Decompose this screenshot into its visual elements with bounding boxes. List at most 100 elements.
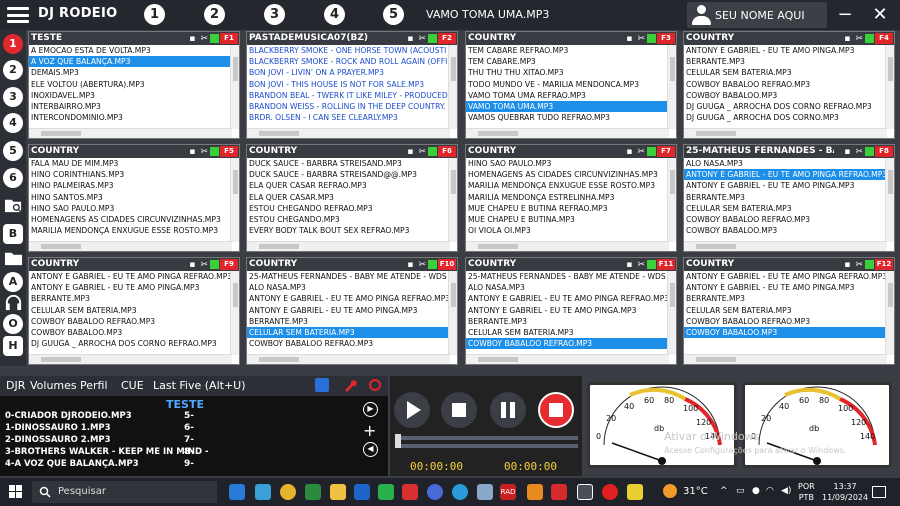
list-item[interactable]: CELULAR SEM BATERIA.MP3: [684, 203, 886, 214]
list-item[interactable]: HINO SANTOS.MP3: [29, 192, 231, 203]
list-item[interactable]: ELA QUER CASAR.MP3: [247, 192, 449, 203]
horizontal-scrollbar[interactable]: [29, 241, 232, 251]
list-item[interactable]: VAMO TOMA UMA.MP3: [466, 100, 668, 113]
pause-button[interactable]: [490, 392, 526, 428]
list-item[interactable]: ANTONY E GABRIEL - EU TE AMO PINGA REFRA…: [466, 293, 668, 304]
list-item[interactable]: INTERBAIRRO.MP3: [29, 101, 231, 112]
list-item[interactable]: BERRANTE.MP3: [684, 293, 886, 304]
a-icon[interactable]: A: [3, 272, 23, 292]
cue-item[interactable]: 1-DINOSSAURO 1.MP3: [5, 423, 111, 433]
list-item[interactable]: HOMENAGENS AS CIDADES CIRCUNVIZINHAS.MP3: [29, 214, 231, 225]
list-item[interactable]: BRANDON BEAL - TWERK IT LIKE MILEY - PRO…: [247, 90, 449, 101]
cue-item[interactable]: 3-BROTHERS WALKER - KEEP ME IN MIND -: [5, 447, 209, 457]
vertical-scrollbar[interactable]: [667, 45, 676, 129]
app-icon[interactable]: [354, 484, 370, 500]
horizontal-scrollbar[interactable]: [247, 354, 450, 364]
list-item[interactable]: TODO MUNDO VE - MARILIA MENDONCA.MP3: [466, 79, 668, 90]
list-item[interactable]: COWBOY BABALOO REFRAO.MP3: [684, 79, 886, 90]
deck-4-button[interactable]: 4: [324, 4, 345, 25]
list-item[interactable]: DJ GUUGA _ ARROCHA DOS CORNO.MP3: [684, 112, 886, 123]
list-item[interactable]: COWBOY BABALOO REFRAO.MP3: [466, 338, 668, 350]
sidebar-number-4[interactable]: 4: [3, 113, 23, 133]
chrome-icon[interactable]: [280, 484, 296, 500]
wifi-icon[interactable]: ◠: [766, 486, 774, 496]
list-item[interactable]: MARILIA MENDONÇA ENXUGUE ESSE ROSTO.MP3: [29, 225, 231, 236]
network-icon[interactable]: ▭: [736, 486, 745, 496]
sidebar-number-5[interactable]: 5: [3, 141, 23, 161]
list-item[interactable]: ANTONY E GABRIEL - EU TE AMO PINGA REFRA…: [247, 293, 449, 304]
orange-app-icon[interactable]: [527, 484, 543, 500]
vertical-scrollbar[interactable]: [667, 271, 676, 355]
tray-chevron-icon[interactable]: ^: [720, 486, 728, 496]
vertical-scrollbar[interactable]: [885, 158, 894, 242]
vertical-scrollbar[interactable]: [230, 271, 239, 355]
list-item[interactable]: VAMO TOMA UMA REFRAO.MP3: [466, 90, 668, 101]
weather-icon[interactable]: [663, 484, 677, 498]
list-item[interactable]: DJ GUUGA _ ARROCHA DOS CORNO REFRAO.MP3: [29, 338, 231, 349]
list-item[interactable]: COWBOY BABALOO.MP3: [684, 225, 886, 236]
list-item[interactable]: 25-MATHEUS FERNANDES - BABY ME ATENDE - …: [247, 271, 449, 282]
deck-5-button[interactable]: 5: [383, 4, 404, 25]
list-item[interactable]: COWBOY BABALOO.MP3: [684, 326, 886, 339]
store-icon[interactable]: [255, 484, 271, 500]
list-item[interactable]: COWBOY BABALOO REFRAO.MP3: [684, 316, 886, 327]
list-item[interactable]: BRDR. OLSEN - I CAN SEE CLEARLY.MP3: [247, 112, 449, 123]
horizontal-scrollbar[interactable]: [684, 241, 887, 251]
vertical-scrollbar[interactable]: [230, 45, 239, 129]
refresh-icon[interactable]: [368, 378, 382, 392]
red-app-icon[interactable]: [402, 484, 418, 500]
previous-track-icon[interactable]: ◀: [363, 442, 378, 457]
list-item[interactable]: BON JOVI - LIVIN' ON A PRAYER.MP3: [247, 67, 449, 78]
vertical-scrollbar[interactable]: [230, 158, 239, 242]
cue-slot[interactable]: 8-: [184, 447, 194, 457]
rad-icon[interactable]: RAD: [500, 484, 516, 500]
list-item[interactable]: MARILIA MENDONÇA ENXUGUE ESSE ROSTO.MP3: [466, 180, 668, 191]
list-item[interactable]: ANTONY E GABRIEL - EU TE AMO PINGA.MP3: [684, 180, 886, 191]
folder-icon[interactable]: [4, 249, 23, 268]
stop-button[interactable]: [441, 392, 477, 428]
list-item[interactable]: MARILIA MENDONÇA ESTRELINHA.MP3: [466, 192, 668, 203]
list-item[interactable]: HINO CORINTHIANS.MP3: [29, 169, 231, 180]
list-item[interactable]: HINO SAO PAULO.MP3: [29, 203, 231, 214]
list-item[interactable]: EVERY BODY TALK BOUT SEX REFRAO.MP3: [247, 225, 449, 236]
vertical-scrollbar[interactable]: [448, 271, 457, 355]
list-item[interactable]: ALO NASA.MP3: [684, 158, 886, 169]
edge-icon[interactable]: [452, 484, 468, 500]
list-item[interactable]: MUE CHAPEU E BUTINA.MP3: [466, 214, 668, 225]
horizontal-scrollbar[interactable]: [466, 354, 669, 364]
notifications-icon[interactable]: [872, 486, 886, 498]
list-item[interactable]: BRANDON WEISS - ROLLING IN THE DEEP COUN…: [247, 101, 449, 112]
sidebar-number-1[interactable]: 1: [3, 34, 23, 54]
cue-item[interactable]: 4-A VOZ QUE BALANÇA.MP3: [5, 459, 139, 469]
list-item[interactable]: VAMOS QUEBRAR TUDO REFRAO.MP3: [466, 112, 668, 123]
position-slider[interactable]: [398, 436, 578, 440]
list-item[interactable]: ANTONY E GABRIEL - EU TE AMO PINGA.MP3: [684, 45, 886, 56]
cue-slot[interactable]: 6-: [184, 423, 194, 433]
list-item[interactable]: THU THU THU XITAO.MP3: [466, 67, 668, 78]
mic-icon[interactable]: ●: [752, 486, 760, 496]
list-item[interactable]: A EMOCAO ESTA DE VOLTA.MP3: [29, 45, 231, 56]
list-item[interactable]: CELULAR SEM BATERIA.MP3: [466, 327, 668, 338]
cue-slot[interactable]: 9-: [184, 459, 194, 469]
list-item[interactable]: DUCK SAUCE - BARBRA STREISAND@@.MP3: [247, 169, 449, 180]
secondary-slider[interactable]: [398, 444, 578, 448]
sidebar-number-2[interactable]: 2: [3, 60, 23, 80]
list-item[interactable]: 25-MATHEUS FERNANDES - BABY ME ATENDE - …: [466, 271, 668, 282]
tab-djr[interactable]: DJR: [6, 379, 25, 392]
list-item[interactable]: ANTONY E GABRIEL - EU TE AMO PINGA.MP3: [466, 305, 668, 316]
list-item[interactable]: BLACKBERRY SMOKE - ROCK AND ROLL AGAIN (…: [247, 56, 449, 67]
list-item[interactable]: ALO NASA.MP3: [466, 282, 668, 293]
list-item[interactable]: BLACKBERRY SMOKE - ONE HORSE TOWN (ACOUS…: [247, 45, 449, 56]
list-item[interactable]: HINO PALMEIRAS.MP3: [29, 180, 231, 191]
list-item[interactable]: ESTOU CHEGANDO REFRAO.MP3: [247, 203, 449, 214]
taskbar-search[interactable]: Pesquisar: [32, 481, 217, 503]
list-item[interactable]: ELE VOLTOU (ABERTURA).MP3: [29, 79, 231, 90]
list-item[interactable]: INTERCONDOMINIO.MP3: [29, 112, 231, 123]
search-folder-icon[interactable]: [4, 196, 23, 215]
list-item[interactable]: MUE CHAPEU E BUTINA REFRAO.MP3: [466, 203, 668, 214]
file-explorer-icon[interactable]: [330, 484, 346, 500]
horizontal-scrollbar[interactable]: [29, 128, 232, 138]
vertical-scrollbar[interactable]: [448, 45, 457, 129]
language-indicator[interactable]: POR PTB: [798, 481, 815, 503]
volume-icon[interactable]: ◀): [781, 486, 791, 496]
